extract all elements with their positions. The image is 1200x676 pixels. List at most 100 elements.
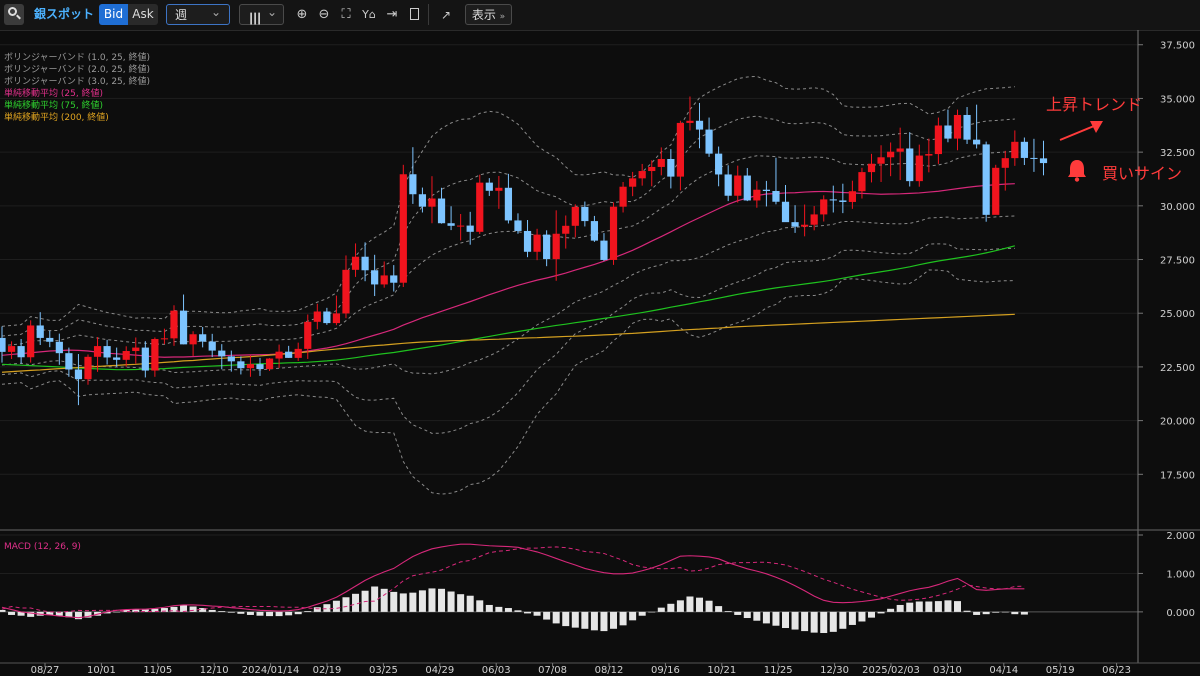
macd-histogram-bar [762,611,770,624]
macd-histogram-bar [772,611,780,626]
candle-up [428,198,436,207]
candle-down [390,275,398,283]
zoom-in-button[interactable]: ⊕ [292,5,312,25]
candle-down [409,174,417,195]
candle-up [657,159,665,167]
instrument-selector[interactable]: 銀スポット [34,4,94,25]
candlestick-icon: ┃┃┃ [248,14,262,25]
document-button[interactable] [404,5,424,25]
macd-histogram-bar [581,611,589,629]
macd-histogram-bar [696,597,704,612]
candle-up [151,338,159,371]
chart-type-select[interactable]: ┃┃┃ ⌄ [239,4,284,25]
macd-panel [0,543,1028,634]
price-tick-label: 37.500 [1160,41,1195,52]
macd-histogram-bar [724,611,732,612]
macd-histogram-bar [906,602,914,612]
buy-signal-annotation: 買いサイン [1102,164,1183,183]
bid-button[interactable]: Bid [99,4,128,25]
time-tick-label: 03/25 [369,665,398,676]
macd-line [1,543,1025,619]
macd-tick-label: 1.000 [1166,569,1195,580]
bollinger-bands [1,75,1015,495]
macd-histogram-bar [476,600,484,612]
macd-histogram-bar [676,600,684,612]
time-tick-label: 11/25 [764,665,793,676]
macd-histogram-bar [610,611,618,629]
jump-latest-button[interactable]: ⇥ [382,5,402,25]
macd-histogram-bar [743,611,751,619]
macd-histogram-bar [380,588,388,612]
price-tick-label: 22.500 [1160,363,1195,374]
indicator-button[interactable]: ↗ [436,5,456,25]
macd-histogram-bar [839,611,847,629]
candle-down [1020,141,1028,158]
candle-down [1039,158,1048,164]
fit-screen-button[interactable]: ⛶ [336,5,356,25]
legend-ma75: 単純移動平均 (75, 終値) [4,101,104,111]
chevron-down-icon: ⌄ [210,5,221,19]
candle-down [371,270,379,285]
axes: 17.500 20.000 22.500 25.000 27.500 30.000 32.5… [0,30,1200,676]
candle-down [74,369,83,380]
ask-button[interactable]: Ask [128,4,158,25]
period-select[interactable]: 週 ⌄ [166,4,230,25]
candle-up [1001,158,1009,168]
chart-area[interactable]: 17.500 20.000 22.500 25.000 27.500 30.000 32.5… [0,30,1200,676]
legend-ma25: 単純移動平均 (25, 終値) [4,89,104,99]
fit-screen-icon: ⛶ [341,7,351,22]
macd-histogram-bar [495,606,503,612]
macd-histogram-bar [113,611,121,613]
period-select-value: 週 [175,8,188,22]
candle-down [982,144,990,215]
candle-up [27,325,35,358]
document-icon [409,8,419,20]
candle-up [399,174,407,283]
macd-histogram-bar [925,601,933,612]
candle-down [695,120,704,130]
candle-up [887,151,895,158]
candle-up [915,155,923,182]
candle-up [638,171,646,179]
candle-up [629,178,637,187]
candle-up [275,351,283,359]
candle-up [619,186,627,207]
zoom-out-button[interactable]: ⊖ [314,5,334,25]
macd-histogram-bar [896,604,904,612]
search-button[interactable] [4,4,24,25]
search-icon-handle [16,14,21,20]
display-button[interactable]: 表示 » [465,4,512,25]
time-tick-label: 10/01 [87,665,116,676]
candle-down [237,361,245,369]
candle-down [724,174,732,196]
candle-up [571,206,579,226]
macd-histogram-bar [887,608,895,612]
candle-down [256,364,264,370]
candle-up [992,167,1000,215]
candle-down [199,334,207,342]
time-tick-label: 06/03 [482,665,511,676]
candle-up [734,175,742,196]
candle-up [93,346,102,357]
display-button-label: 表示 [471,8,496,22]
candle-up [332,313,341,324]
macd-histogram-bar [418,590,426,612]
candle-down [418,194,427,207]
legend: ボリンジャーバンド (1.0, 25, 終値) ボリンジャーバンド (2.0, … [4,52,150,124]
candle-up [676,122,685,177]
candle-up [934,125,942,155]
candle-up [848,191,856,202]
candle-up [7,346,16,352]
price-tick-label: 27.500 [1160,256,1195,267]
macd-histogram-bar [352,593,360,612]
candles [0,96,1048,406]
macd-histogram-bar [409,592,417,612]
macd-histogram-bar [848,611,856,625]
legend-bb3: ボリンジャーバンド (3.0, 25, 終値) [4,77,151,87]
time-tick-label: 08/27 [31,665,60,676]
candle-up [686,120,694,123]
macd-histogram-bar [313,607,321,612]
time-tick-label: 2024/01/14 [242,665,300,676]
y-axis-lock-button[interactable]: Y⌂ [359,5,379,25]
candle-up [562,225,570,234]
